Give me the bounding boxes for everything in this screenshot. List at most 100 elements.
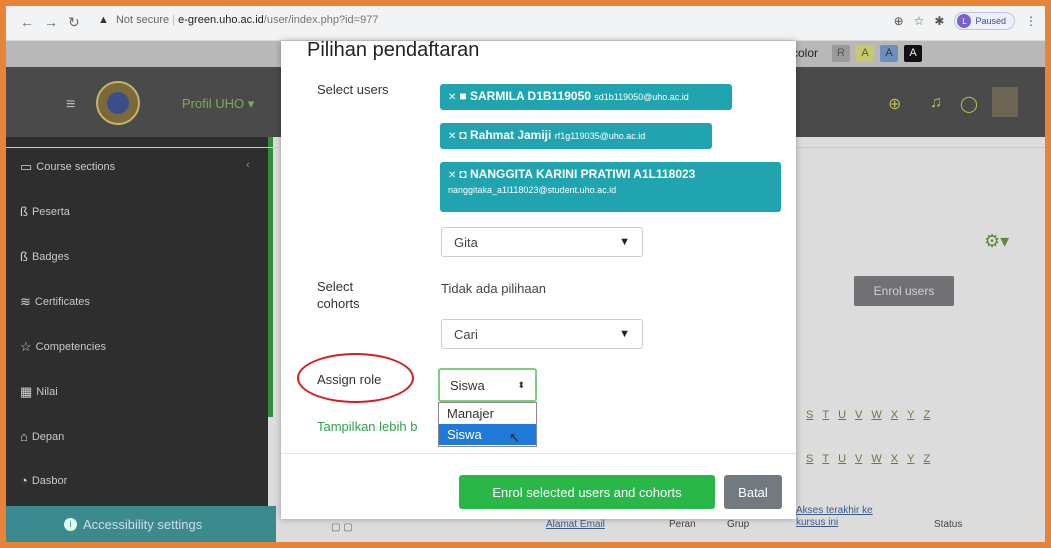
- letter-link[interactable]: U: [838, 453, 846, 465]
- no-choice-text: Tidak ada pilihaan: [441, 281, 547, 296]
- screenshot-frame: ← → ↻ ▲ Not secure | e-green.uho.ac.id/u…: [0, 0, 1051, 548]
- sidebar-item-badges[interactable]: ß Badges: [20, 249, 69, 264]
- profil-menu[interactable]: Profil UHO ▾: [182, 96, 254, 112]
- url-host: e-green.uho.ac.id: [178, 14, 264, 26]
- sidebar-item-course-sections[interactable]: ▭ Course sections: [20, 159, 115, 175]
- sidebar-item-dasbor[interactable]: ◔ Dasbor: [20, 473, 67, 488]
- badges-icon: ß: [20, 249, 28, 264]
- role-option-siswa[interactable]: Siswa: [439, 424, 536, 445]
- profile-avatar: L: [957, 14, 972, 28]
- letter-link[interactable]: W: [871, 453, 881, 465]
- selected-user-chip[interactable]: ✕ ◘ NANGGITA KARINI PRATIWI A1L118023 nan…: [440, 162, 781, 212]
- updown-caret-icon: ⬍: [517, 379, 525, 390]
- col-status: Status: [934, 519, 963, 530]
- hamburger-icon[interactable]: ≡: [66, 96, 75, 114]
- remove-icon[interactable]: ✕: [448, 170, 456, 181]
- letter-link[interactable]: Z: [923, 409, 930, 421]
- letter-link[interactable]: W: [871, 409, 881, 421]
- letter-link[interactable]: Y: [907, 453, 914, 465]
- accessibility-icon: i: [64, 517, 77, 531]
- show-more-link[interactable]: Tampilkan lebih b: [317, 419, 417, 434]
- url-path: /user/index.php?id=977: [263, 14, 379, 26]
- uho-logo[interactable]: [96, 81, 140, 125]
- enrol-users-button-bg[interactable]: Enrol users: [854, 276, 954, 306]
- search-cohorts-value: Cari: [454, 326, 478, 342]
- extensions-icon[interactable]: ✱: [934, 14, 944, 28]
- bookmark-star-icon[interactable]: ☆: [914, 14, 925, 28]
- reload-icon[interactable]: ↻: [68, 14, 80, 31]
- sidebar-item-certificates[interactable]: ≋ Certificates: [20, 294, 90, 310]
- remove-icon[interactable]: ✕: [448, 92, 456, 103]
- sidebar-item-peserta[interactable]: ß Peserta: [20, 204, 70, 219]
- color-box-r[interactable]: R: [832, 45, 850, 62]
- gear-icon[interactable]: ⚙▾: [984, 231, 1009, 252]
- letter-link[interactable]: S: [806, 409, 813, 421]
- user-photo-icon: ◘: [459, 167, 467, 181]
- enrol-selected-button[interactable]: Enrol selected users and cohorts: [459, 475, 715, 509]
- collapse-chevron-icon[interactable]: ‹: [246, 159, 250, 171]
- selected-user-chip[interactable]: ✕ ◘ Rahmat Jamiji rf1g119035@uho.ac.id: [440, 123, 712, 149]
- zoom-icon[interactable]: ⊕: [894, 14, 904, 28]
- sidebar-item-nilai[interactable]: ▦ Nilai: [20, 384, 58, 400]
- accessibility-settings-button[interactable]: i Accessibility settings: [6, 506, 276, 542]
- assign-role-select[interactable]: Siswa ⬍: [438, 368, 537, 402]
- profile-button[interactable]: L Paused: [954, 12, 1015, 30]
- caret-down-icon: ▼: [619, 236, 630, 248]
- letter-link[interactable]: V: [855, 409, 862, 421]
- sidebar: ▭ Course sections ß Peserta ß Badges ≋ Certi…: [6, 137, 268, 542]
- cancel-button[interactable]: Batal: [724, 475, 782, 509]
- letter-link[interactable]: X: [891, 409, 898, 421]
- paused-label: Paused: [975, 16, 1006, 26]
- letter-link[interactable]: S: [806, 453, 813, 465]
- select-users-label: Select users: [317, 82, 389, 97]
- user-avatar[interactable]: [992, 87, 1018, 117]
- col-akses-1[interactable]: Akses terakhir ke: [796, 505, 873, 516]
- search-cohorts-select[interactable]: Cari ▼: [441, 319, 643, 349]
- dashboard-icon: ◔: [20, 473, 28, 488]
- col-grup: Grup: [727, 519, 750, 530]
- sidebar-item-competencies[interactable]: ☆ Competencies: [20, 339, 106, 355]
- globe-icon[interactable]: ⊕: [888, 94, 901, 114]
- back-icon[interactable]: ←: [20, 14, 34, 30]
- folder-icon: ▭: [20, 159, 33, 174]
- color-box-a1[interactable]: A: [856, 45, 874, 62]
- selected-user-chip[interactable]: ✕ ■ SARMILA D1B119050 sd1b119050@uho.ac.i…: [440, 84, 732, 110]
- enrol-modal: Pilihan pendaftaran Select users ✕ ■ SARM…: [281, 41, 796, 519]
- menu-dots-icon[interactable]: ⋮: [1025, 14, 1037, 28]
- letter-link[interactable]: T: [822, 453, 829, 465]
- col-akses-2[interactable]: kursus ini: [796, 517, 838, 528]
- assign-role-label: Assign role: [317, 372, 382, 387]
- color-box-a3[interactable]: A: [904, 45, 922, 62]
- letter-link[interactable]: Z: [923, 453, 930, 465]
- select-cohorts-label: Select cohorts: [317, 279, 360, 311]
- modal-footer-divider: [281, 453, 796, 454]
- not-secure-label: Not secure: [115, 14, 170, 26]
- letter-link[interactable]: Y: [907, 409, 914, 421]
- user-photo-icon: ■: [459, 89, 467, 103]
- caret-down-icon: ▼: [619, 328, 630, 340]
- letter-link[interactable]: T: [822, 409, 829, 421]
- letter-link[interactable]: X: [891, 453, 898, 465]
- col-email[interactable]: Alamat Email: [546, 519, 605, 530]
- certificate-icon: ≋: [20, 294, 31, 309]
- remove-icon[interactable]: ✕: [448, 131, 456, 142]
- letter-link[interactable]: V: [855, 453, 862, 465]
- home-icon: ⌂: [20, 429, 28, 444]
- forward-icon[interactable]: →: [44, 14, 58, 30]
- role-dropdown-list: Manajer Siswa: [438, 402, 537, 447]
- chat-icon[interactable]: ◯: [960, 94, 978, 114]
- table-icon: ▦: [20, 384, 33, 399]
- col-peran: Peran: [669, 519, 696, 530]
- address-bar[interactable]: ▲ Not secure | e-green.uho.ac.id/user/in…: [98, 14, 378, 26]
- role-option-manajer[interactable]: Manajer: [439, 403, 536, 424]
- letter-link[interactable]: U: [838, 409, 846, 421]
- sidebar-item-depan[interactable]: ⌂ Depan: [20, 429, 64, 444]
- browser-toolbar: ← → ↻ ▲ Not secure | e-green.uho.ac.id/u…: [6, 6, 1045, 41]
- sidebar-active-accent: [268, 137, 273, 417]
- bell-icon[interactable]: ♫: [930, 94, 942, 112]
- search-users-select[interactable]: Gita ▼: [441, 227, 643, 257]
- role-value: Siswa: [450, 377, 485, 393]
- row-checkbox[interactable]: ▢ ▢: [331, 522, 353, 533]
- color-box-a2[interactable]: A: [880, 45, 898, 62]
- letter-filter-row-2: S T U V W X Y Z: [806, 453, 930, 465]
